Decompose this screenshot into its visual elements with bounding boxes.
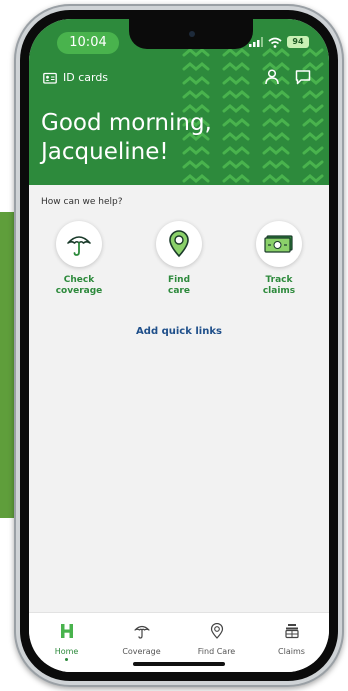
- signal-icon: [249, 37, 263, 47]
- greeting-line-1: Good morning,: [41, 110, 212, 136]
- status-time: 10:04: [57, 32, 119, 54]
- tab-claims[interactable]: Claims: [254, 623, 329, 656]
- tab-claims-label: Claims: [278, 647, 305, 656]
- track-claims-button[interactable]: Track claims: [239, 221, 319, 297]
- location-pin-icon: [169, 230, 189, 258]
- phone-notch: [129, 19, 253, 49]
- greeting-title: Good morning, Jacqueline!: [41, 109, 212, 167]
- phone-screen: 10:04 94 ID cards Good morning, Jacqueli…: [29, 19, 329, 672]
- track-claims-label: Track claims: [262, 275, 296, 296]
- track-claims-circle: [256, 221, 302, 267]
- find-care-label: Find care: [167, 275, 191, 296]
- camera-dot: [189, 31, 195, 37]
- cash-icon: [264, 235, 293, 253]
- profile-icon[interactable]: [265, 69, 279, 85]
- tab-find-care[interactable]: Find Care: [179, 622, 254, 656]
- id-cards-label: ID cards: [63, 71, 109, 84]
- umbrella-icon: [133, 625, 150, 639]
- id-card-icon: [43, 72, 57, 84]
- check-coverage-label: Check coverage: [55, 275, 103, 296]
- check-coverage-button[interactable]: Check coverage: [39, 221, 119, 297]
- location-pin-icon: [210, 622, 223, 639]
- battery-icon: 94: [287, 36, 309, 48]
- active-tab-indicator: [65, 658, 68, 661]
- greeting-user-name: Jacqueline!: [41, 139, 169, 165]
- tab-find-care-label: Find Care: [197, 647, 236, 656]
- tab-coverage-label: Coverage: [122, 647, 161, 656]
- status-icons: 94: [249, 36, 309, 48]
- header-actions: [265, 69, 311, 85]
- find-care-circle: [156, 221, 202, 267]
- tab-home[interactable]: Home: [29, 623, 104, 661]
- check-coverage-circle: [56, 221, 102, 267]
- home-indicator: [133, 662, 225, 666]
- find-care-button[interactable]: Find care: [139, 221, 219, 297]
- chat-icon[interactable]: [295, 69, 311, 85]
- tab-home-label: Home: [54, 647, 79, 656]
- tab-coverage[interactable]: Coverage: [104, 623, 179, 656]
- home-h-icon: [60, 624, 73, 638]
- add-quick-links-link[interactable]: Add quick links: [29, 326, 329, 337]
- wifi-icon: [268, 37, 282, 48]
- claims-register-icon: [284, 624, 299, 639]
- greeting-header: 10:04 94 ID cards Good morning, Jacqueli…: [29, 19, 329, 185]
- help-prompt: How can we help?: [41, 197, 123, 207]
- umbrella-icon: [67, 236, 91, 256]
- id-cards-link[interactable]: ID cards: [43, 71, 108, 84]
